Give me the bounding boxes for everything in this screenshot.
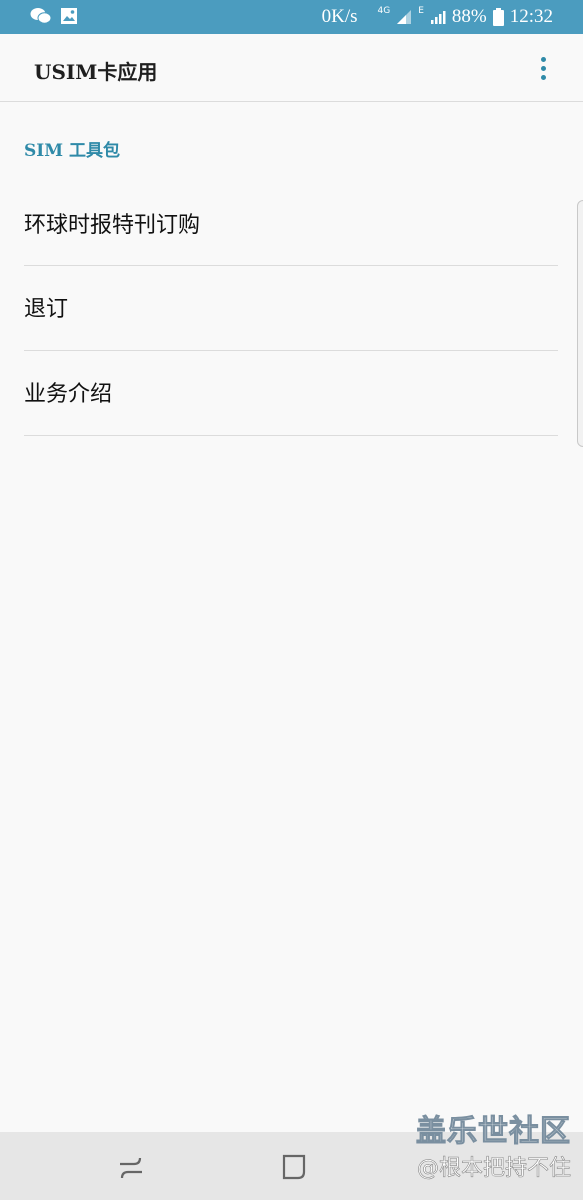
status-left-icons bbox=[30, 7, 78, 25]
watermark-handle: @根本把持不住 bbox=[416, 1156, 572, 1182]
recent-apps-icon[interactable] bbox=[116, 1152, 146, 1182]
edge-panel-handle[interactable] bbox=[577, 200, 583, 447]
list-item-service-info[interactable]: 业务介绍 bbox=[24, 351, 558, 436]
wechat-icon bbox=[30, 8, 52, 24]
network-type-e: E bbox=[418, 6, 424, 16]
signal-icon-2 bbox=[430, 11, 446, 24]
battery-icon bbox=[492, 8, 504, 26]
home-icon[interactable] bbox=[280, 1152, 310, 1182]
more-options-button[interactable] bbox=[531, 52, 555, 84]
more-vert-icon bbox=[540, 56, 546, 62]
list-item-label: 业务介绍 bbox=[24, 382, 113, 407]
signal-icon bbox=[397, 10, 412, 24]
menu-list: 环球时报特刊订购 退订 业务介绍 bbox=[24, 182, 558, 436]
image-icon bbox=[61, 8, 77, 24]
list-item-label: 退订 bbox=[24, 297, 69, 322]
page-title: USIM卡应用 bbox=[34, 60, 158, 84]
status-right: 0K/s 4G E 88% 12:32 bbox=[322, 6, 553, 28]
section-header-sim-toolkit: SIM 工具包 bbox=[24, 141, 120, 161]
battery-percent: 88% bbox=[451, 6, 487, 27]
app-bar: USIM卡应用 bbox=[0, 34, 583, 102]
clock: 12:32 bbox=[509, 6, 553, 27]
status-bar: 0K/s 4G E 88% 12:32 bbox=[0, 0, 583, 34]
list-item-label: 环球时报特刊订购 bbox=[24, 212, 201, 238]
watermark-title: 盖乐世社区 bbox=[416, 1114, 571, 1150]
list-item-unsubscribe[interactable]: 退订 bbox=[24, 266, 558, 351]
list-item-subscribe[interactable]: 环球时报特刊订购 bbox=[24, 182, 558, 266]
network-type-4g: 4G bbox=[377, 6, 391, 16]
network-speed: 0K/s bbox=[321, 6, 358, 27]
